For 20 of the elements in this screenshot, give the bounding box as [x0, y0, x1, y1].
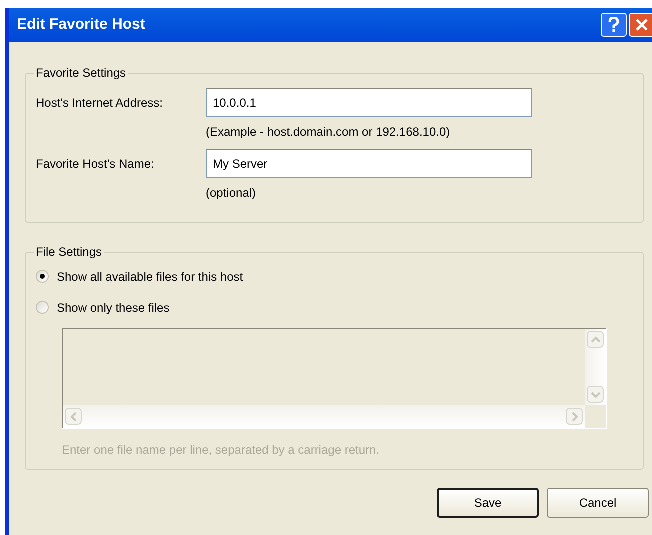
dialog-button[interactable]: Save — [437, 488, 539, 518]
group-legend: File Settings — [34, 243, 104, 261]
field-note: (Example - host.domain.com or 192.168.10.0) — [206, 124, 452, 141]
question-mark-icon — [608, 17, 620, 33]
window-title: Edit Favorite Host — [17, 14, 146, 35]
radio-button[interactable] — [36, 301, 49, 314]
close-button[interactable] — [629, 13, 652, 37]
radio-button[interactable] — [36, 270, 49, 283]
radio-label: Show only these files — [57, 300, 170, 316]
text-field[interactable]: My Server — [206, 149, 532, 178]
close-icon — [635, 18, 649, 32]
group-legend: Favorite Settings — [34, 64, 128, 82]
field-note: (optional) — [206, 185, 258, 202]
radio-label: Show all available files for this host — [57, 268, 244, 286]
file-list-hint: Enter one file name per line, separated by a carriage return. — [62, 442, 381, 459]
field-label: Favorite Host's Name: — [36, 156, 156, 172]
text-field[interactable]: 10.0.0.1 — [206, 88, 532, 117]
field-label: Host's Internet Address: — [36, 94, 164, 112]
help-button[interactable] — [601, 13, 627, 37]
dialog-button[interactable]: Cancel — [547, 488, 649, 518]
